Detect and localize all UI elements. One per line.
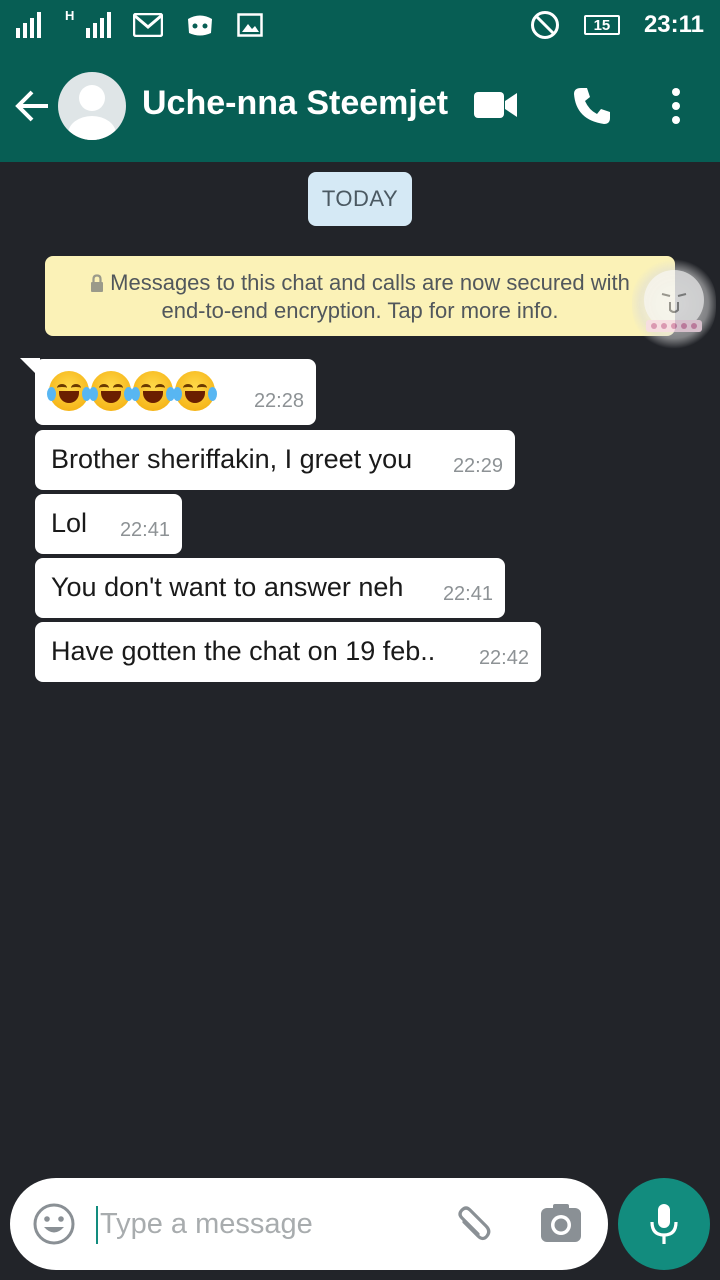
message-bubble[interactable]: 22:28 <box>35 359 316 425</box>
gallery-icon <box>237 13 263 37</box>
message-text: Brother sheriffakin, I greet you <box>51 444 413 474</box>
text-caret <box>96 1206 98 1244</box>
sticker-watermark <box>632 258 716 350</box>
message-time: 22:28 <box>253 390 304 412</box>
voice-message-button[interactable] <box>618 1178 710 1270</box>
message-text: Have gotten the chat on 19 feb.. <box>51 636 436 666</box>
battery-indicator: 15 <box>583 15 620 35</box>
message-text: Lol <box>51 508 88 538</box>
message-bubble[interactable]: Lol 22:41 <box>35 494 182 554</box>
dnd-icon <box>530 11 559 39</box>
back-arrow-icon[interactable] <box>12 86 52 126</box>
date-chip-row: TODAY <box>0 172 720 226</box>
video-call-icon[interactable] <box>474 90 518 120</box>
message-text: You don't want to answer neh <box>51 572 404 602</box>
contact-name[interactable]: Uche-nna Steemjet <box>142 84 448 123</box>
message-time: 22:41 <box>442 583 493 605</box>
encryption-notice-line1: Messages to this chat and calls are now … <box>55 269 665 297</box>
tears-of-joy-emoji-icon <box>131 371 175 411</box>
mic-icon <box>650 1204 678 1244</box>
encryption-notice-text-1: Messages to this chat and calls are now … <box>110 270 630 295</box>
status-left-icons: H <box>16 8 263 42</box>
message-time: 22:42 <box>478 647 529 669</box>
message-input[interactable]: Type a message <box>100 1208 313 1241</box>
message-bubble[interactable]: Brother sheriffakin, I greet you 22:29 <box>35 430 515 490</box>
tears-of-joy-emoji-icon <box>173 371 217 411</box>
tears-of-joy-emoji-icon <box>89 371 133 411</box>
avatar-placeholder-icon <box>68 85 116 140</box>
voice-call-icon[interactable] <box>572 86 612 126</box>
status-right-icons: 15 23:11 <box>530 8 704 42</box>
emoji-icon[interactable] <box>32 1202 76 1246</box>
message-bubble[interactable]: Have gotten the chat on 19 feb.. 22:42 <box>35 622 541 682</box>
date-chip: TODAY <box>307 172 413 226</box>
camera-icon[interactable] <box>538 1202 584 1246</box>
network-type-label: H <box>65 8 75 23</box>
emoji-row <box>47 371 217 411</box>
message-time: 22:29 <box>452 455 503 477</box>
discord-icon <box>188 15 212 36</box>
message-time: 22:41 <box>119 519 170 541</box>
status-bar: H 15 23:11 <box>0 0 720 50</box>
gmail-icon <box>133 13 163 37</box>
more-options-icon[interactable] <box>670 88 682 124</box>
chat-header: Uche-nna Steemjet <box>0 50 720 162</box>
encryption-notice-text-2: end-to-end encryption. Tap for more info… <box>161 298 559 323</box>
attach-icon[interactable] <box>450 1202 496 1248</box>
message-bubble[interactable]: You don't want to answer neh 22:41 <box>35 558 505 618</box>
encryption-notice[interactable]: Messages to this chat and calls are now … <box>45 256 675 336</box>
message-composer: Type a message <box>10 1178 608 1270</box>
status-time: 23:11 <box>643 11 704 38</box>
signal-icon <box>16 12 41 38</box>
avatar[interactable] <box>58 72 126 140</box>
mobile-data-signal-icon: H <box>63 8 111 38</box>
tears-of-joy-emoji-icon <box>47 371 91 411</box>
lock-icon <box>91 274 104 292</box>
sticker-face-icon <box>644 270 704 332</box>
